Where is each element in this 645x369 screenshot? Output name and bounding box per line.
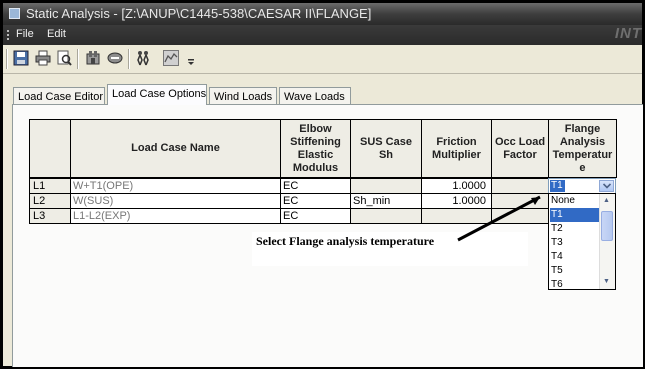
- tab-load-case-options[interactable]: Load Case Options: [107, 84, 207, 105]
- annotation-arrow: [457, 195, 541, 242]
